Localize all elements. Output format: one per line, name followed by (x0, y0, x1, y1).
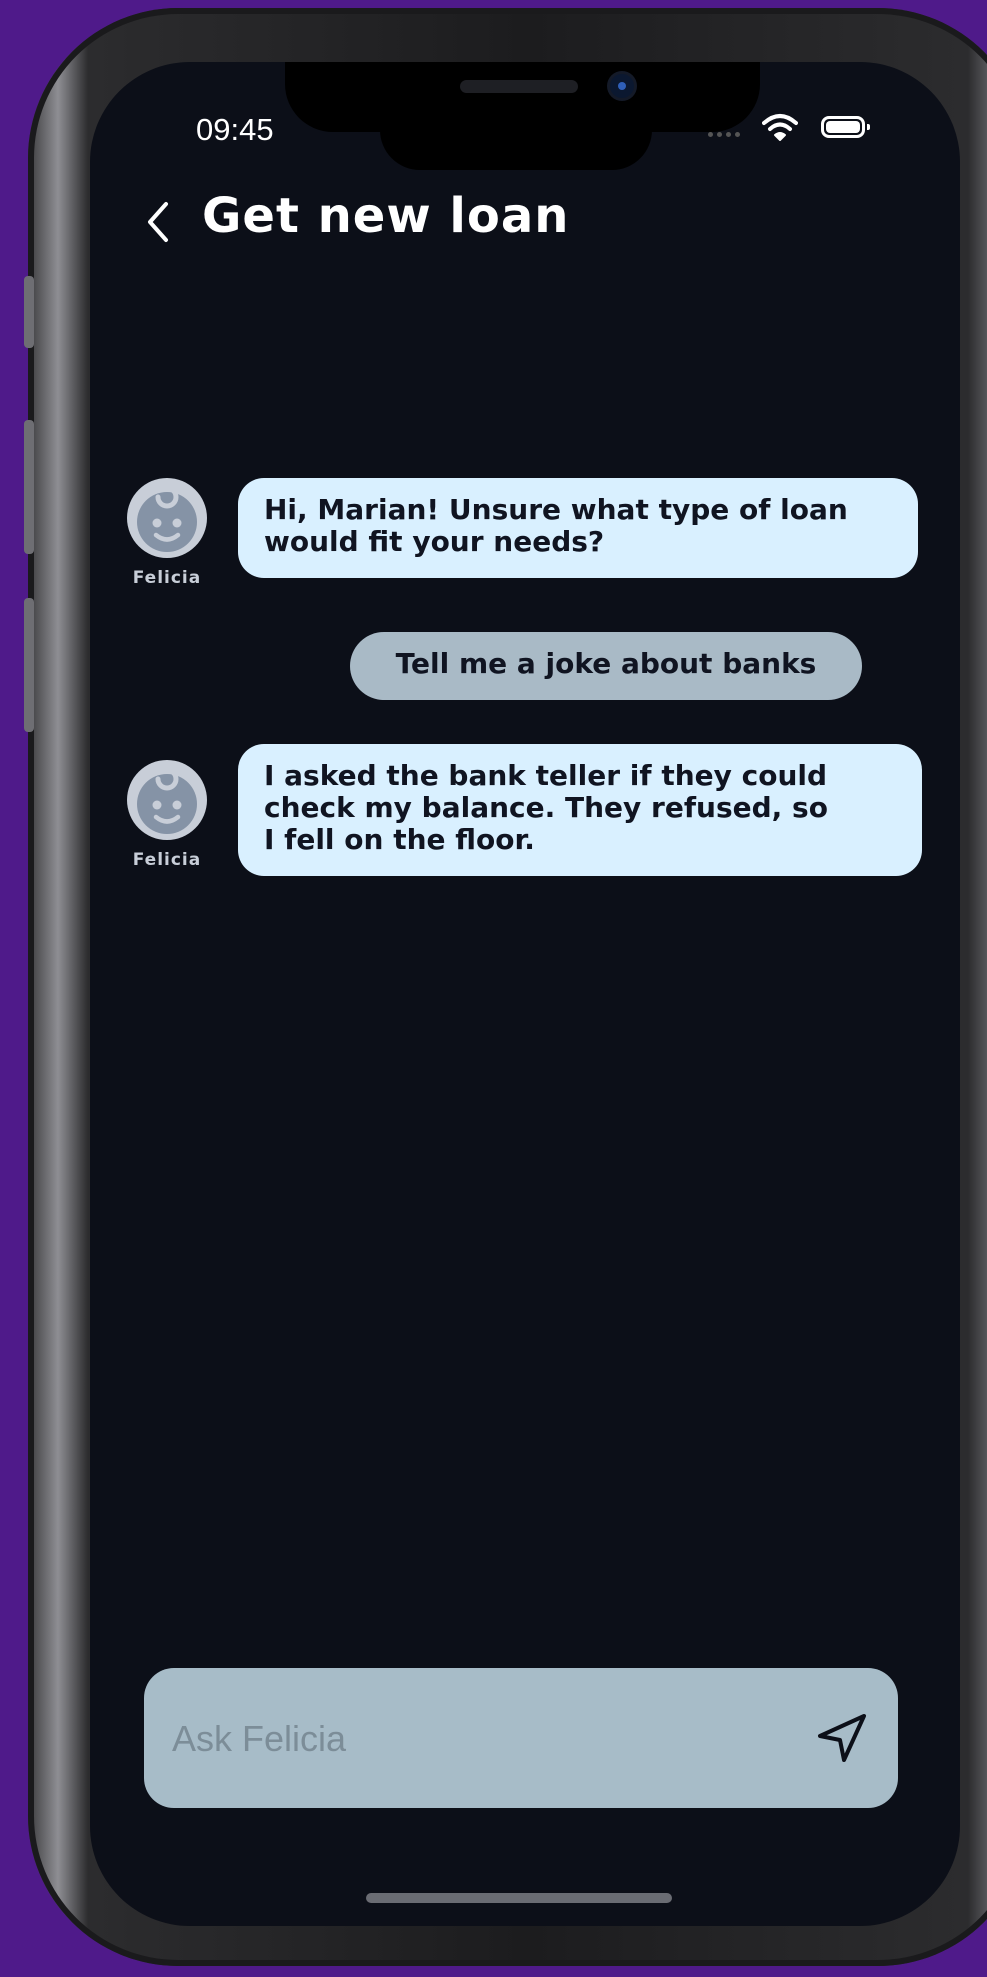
side-button-volume-up (24, 420, 34, 554)
speaker-grille (460, 80, 578, 93)
front-camera (610, 74, 634, 98)
back-chevron-icon[interactable] (138, 192, 178, 252)
phone-screen: 09:45 Get new loan Felicia Hi, Marian! U… (90, 62, 960, 1926)
home-indicator[interactable] (366, 1893, 672, 1903)
side-button-volume-down (24, 598, 34, 732)
message-line: check my balance. They refused, so (264, 791, 828, 824)
message-line: I asked the bank teller if they could (264, 759, 828, 792)
avatar-name: Felicia (132, 850, 202, 870)
send-icon[interactable] (812, 1708, 872, 1768)
user-message-bubble: Tell me a joke about banks (350, 632, 862, 700)
message-text: Tell me a joke about banks (395, 647, 817, 680)
felicia-avatar-icon (127, 760, 207, 840)
message-line: I fell on the floor. (264, 823, 535, 856)
status-time: 09:45 (196, 112, 274, 147)
notch-lower (380, 122, 652, 170)
avatar-name: Felicia (132, 568, 202, 588)
message-line: would fit your needs? (264, 525, 605, 558)
bot-message-bubble: Hi, Marian! Unsure what type of loan wou… (238, 478, 918, 578)
side-button-mute (24, 276, 34, 348)
message-line: Hi, Marian! Unsure what type of loan (264, 493, 848, 526)
page-title: Get new loan (202, 188, 570, 244)
wifi-icon (762, 114, 798, 141)
bot-message-bubble: I asked the bank teller if they could ch… (238, 744, 922, 876)
chat-input-bar (144, 1668, 898, 1808)
battery-icon (821, 116, 870, 138)
cellular-signal-icon (708, 132, 740, 137)
felicia-avatar-icon (127, 478, 207, 558)
ask-felicia-input[interactable] (170, 1708, 774, 1770)
